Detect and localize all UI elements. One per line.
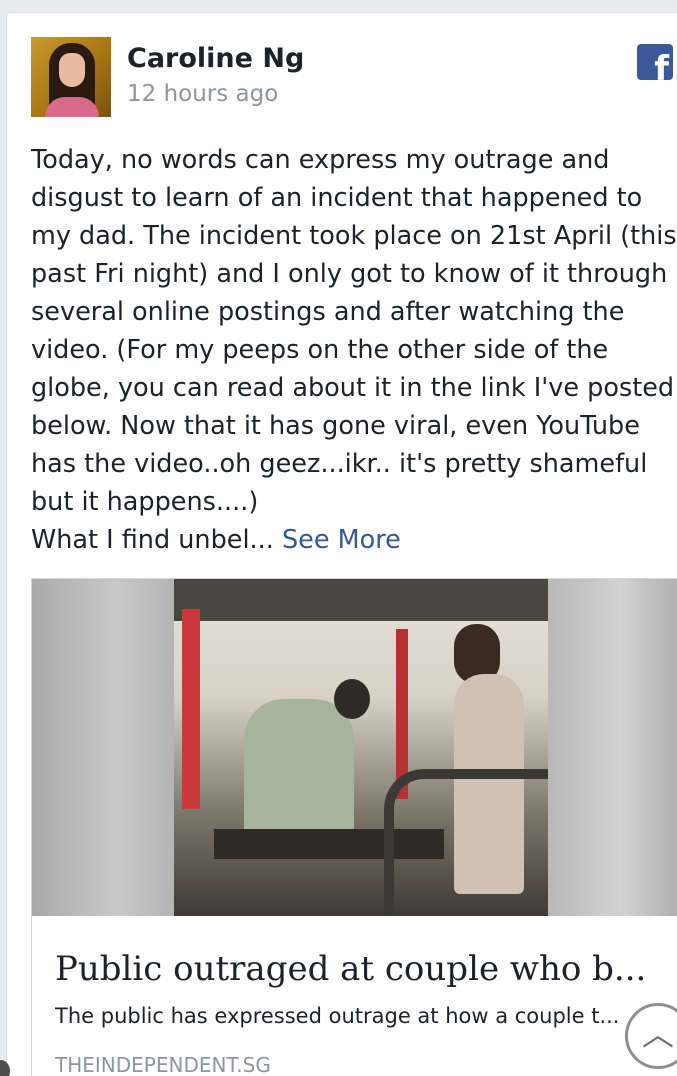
link-title[interactable]: Public outraged at couple who b... [55,949,675,989]
see-more-link[interactable]: See More [282,525,401,555]
link-domain: THEINDEPENDENT.SG [55,1053,271,1076]
post-body: Today, no words can express my outrage a… [31,145,677,555]
chevron-up-icon: ︿ [642,1015,675,1053]
scene-roof [174,579,548,621]
avatar-face [59,53,85,87]
scene-head [334,679,370,719]
thumbnail-blur-right [548,579,677,916]
scene-rail [384,769,548,916]
scene-pillar [182,609,200,809]
link-preview[interactable]: Public outraged at couple who b... The p… [31,578,677,1076]
author-avatar[interactable] [31,37,111,117]
link-description: The public has expressed outrage at how … [55,1004,620,1028]
link-thumbnail[interactable] [32,579,677,916]
scene-person [244,699,354,839]
video-frame [174,579,548,916]
author-name[interactable]: Caroline Ng [127,43,304,74]
post-card: Caroline Ng 12 hours ago f Today, no wor… [6,12,677,1076]
post-timestamp[interactable]: 12 hours ago [127,81,278,107]
thumbnail-blur-left [32,579,174,916]
facebook-icon: f [637,44,673,80]
avatar-shirt [45,97,99,117]
post-text: Today, no words can express my outrage a… [31,141,677,559]
